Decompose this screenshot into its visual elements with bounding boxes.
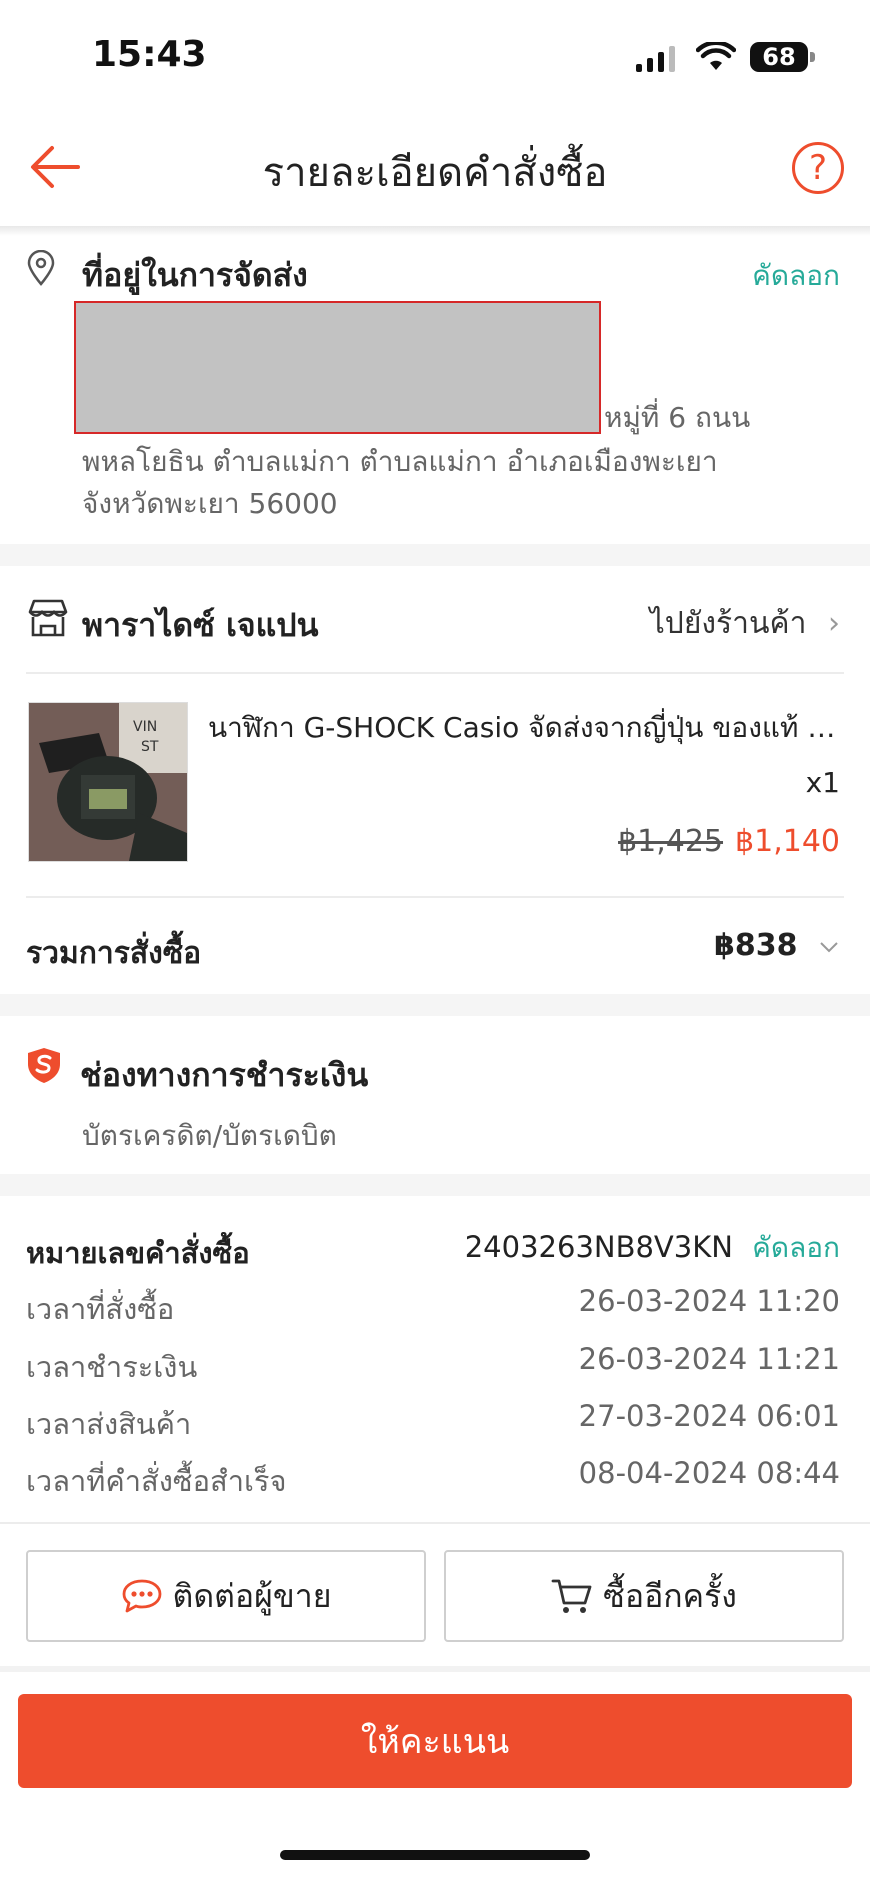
complete-time-label: เวลาที่คำสั่งซื้อสำเร็จ — [26, 1464, 287, 1498]
go-to-shop-label: ไปยังร้านค้า — [649, 606, 807, 641]
divider — [0, 1522, 870, 1524]
order-number-row: 2403263NB8V3KN คัดลอก — [465, 1226, 840, 1270]
address-line-3: จังหวัดพะเยา 56000 — [82, 487, 338, 520]
divider — [26, 672, 844, 674]
go-to-shop-link[interactable]: ไปยังร้านค้า › — [650, 600, 840, 647]
payment-time-label: เวลาชำระเงิน — [26, 1350, 198, 1384]
copy-order-number-button[interactable]: คัดลอก — [752, 1231, 840, 1264]
divider — [26, 896, 844, 898]
original-price: ฿1,425 — [618, 824, 724, 859]
address-title: ที่อยู่ในการจัดส่ง — [82, 256, 308, 294]
buy-again-button[interactable]: ซื้ออีกครั้ง — [444, 1550, 844, 1642]
section-separator — [0, 544, 870, 566]
shield-payment-icon — [26, 1046, 62, 1084]
shop-icon — [26, 598, 70, 638]
product-quantity: x1 — [805, 766, 840, 799]
order-number-label: หมายเลขคำสั่งซื้อ — [26, 1236, 250, 1270]
copy-address-button[interactable]: คัดลอก — [752, 254, 840, 298]
battery-icon: 68 — [750, 42, 808, 72]
home-indicator — [280, 1850, 590, 1860]
section-separator — [0, 1174, 870, 1196]
address-line-1: หมู่ที่ 6 ถนน — [604, 401, 751, 434]
price-row: ฿1,425 ฿1,140 — [618, 824, 840, 859]
buy-again-label: ซื้ออีกครั้ง — [603, 1576, 737, 1615]
product-name[interactable]: นาฬิกา G-SHOCK Casio จัดส่งจากญี่ปุ่น ขอ… — [208, 706, 840, 750]
sale-price: ฿1,140 — [735, 824, 840, 859]
order-number: 2403263NB8V3KN — [464, 1230, 733, 1264]
help-icon[interactable]: ? — [792, 142, 844, 194]
order-total-toggle[interactable]: ฿838 — [714, 928, 840, 963]
battery-nub — [810, 52, 815, 62]
payment-title: ช่องทางการชำระเงิน — [80, 1056, 369, 1094]
order-total-value: ฿838 — [714, 928, 798, 963]
chevron-down-icon — [820, 941, 838, 952]
cellular-signal-icon — [636, 46, 678, 72]
complete-time-value: 08-04-2024 08:44 — [578, 1456, 840, 1490]
order-total-label: รวมการสั่งซื้อ — [26, 936, 202, 971]
cart-icon — [551, 1579, 592, 1613]
payment-method: บัตรเครดิต/บัตรเดบิต — [82, 1119, 337, 1152]
status-time: 15:43 — [92, 34, 207, 75]
bottom-bar-shadow — [0, 1666, 870, 1672]
rate-button[interactable]: ให้คะแนน — [18, 1694, 852, 1788]
header-shadow — [0, 226, 870, 236]
product-image[interactable]: VIN ST — [28, 702, 188, 862]
chevron-right-icon: › — [828, 606, 840, 641]
page-title: รายละเอียดคำสั่งซื้อ — [262, 150, 608, 196]
order-time-value: 26-03-2024 11:20 — [578, 1284, 840, 1318]
section-separator — [0, 994, 870, 1016]
redacted-address-box — [74, 301, 601, 434]
payment-time-value: 26-03-2024 11:21 — [578, 1342, 840, 1376]
svg-text:VIN: VIN — [133, 719, 157, 735]
wifi-icon — [695, 40, 737, 72]
location-pin-icon — [26, 249, 56, 286]
address-line-2: พหลโยธิน ตำบลแม่กา ตำบลแม่กา อำเภอเมืองพ… — [82, 445, 718, 478]
contact-seller-button[interactable]: ติดต่อผู้ขาย — [26, 1550, 426, 1642]
ship-time-value: 27-03-2024 06:01 — [578, 1399, 840, 1433]
svg-text:ST: ST — [141, 739, 159, 755]
contact-seller-label: ติดต่อผู้ขาย — [172, 1576, 332, 1615]
order-time-label: เวลาที่สั่งซื้อ — [26, 1292, 175, 1326]
shop-name: พาราไดซ์ เจแปน — [82, 606, 319, 644]
chat-icon — [122, 1579, 161, 1613]
ship-time-label: เวลาส่งสินค้า — [26, 1407, 192, 1441]
